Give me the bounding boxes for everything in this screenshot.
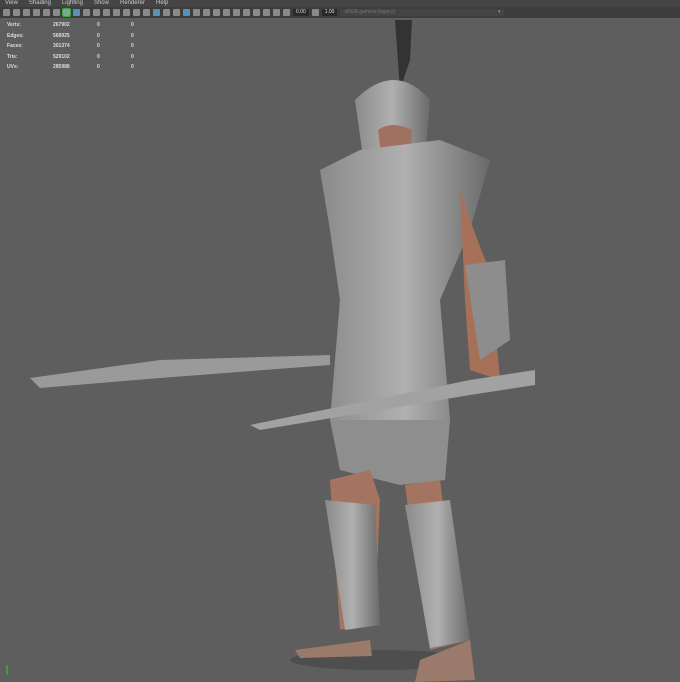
spear	[30, 355, 330, 388]
left-greave	[325, 500, 380, 630]
left-sandal	[295, 640, 372, 658]
helmet-crest	[395, 20, 412, 90]
right-greave	[405, 500, 470, 648]
right-sandal	[415, 640, 475, 682]
shorts	[330, 420, 450, 485]
viewport-3d-warrior-model[interactable]	[0, 0, 680, 682]
